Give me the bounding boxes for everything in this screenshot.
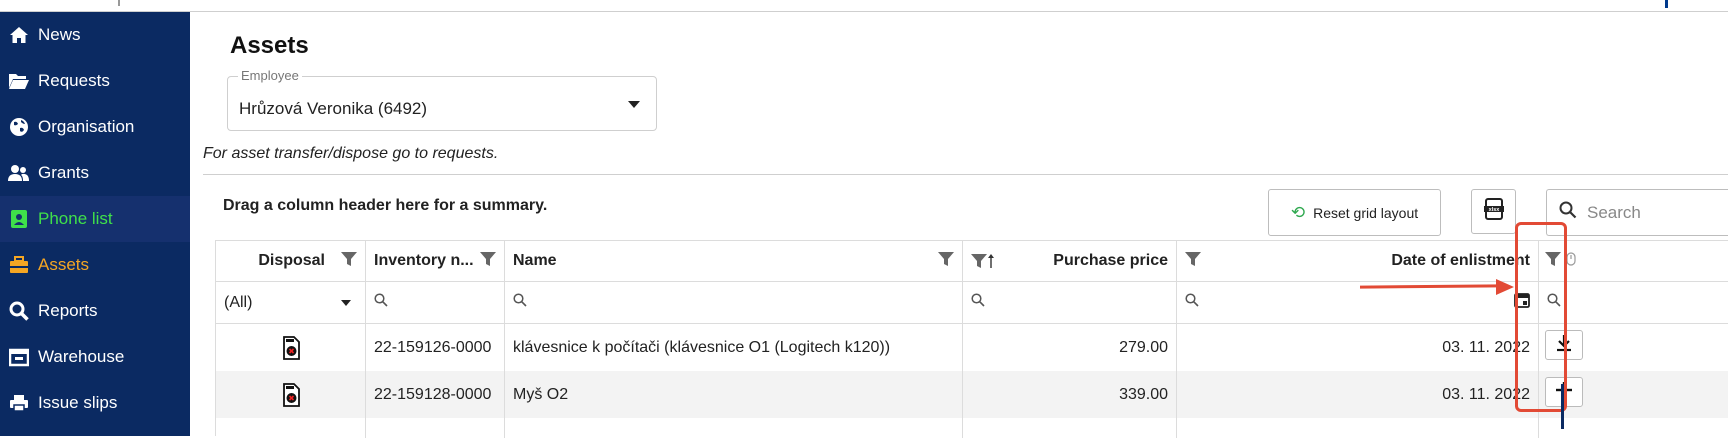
search-box[interactable] — [1546, 189, 1728, 236]
inventory-filter-input[interactable] — [366, 282, 505, 323]
sidebar: News Requests Organisation Grants Phone … — [0, 12, 190, 436]
search-icon — [1185, 293, 1199, 312]
price-filter-input[interactable] — [963, 282, 1177, 323]
dispose-file-icon[interactable] — [216, 371, 366, 418]
name-cell: klávesnice k počítači (klávesnice O1 (Lo… — [505, 324, 963, 371]
users-icon — [8, 162, 30, 184]
transfer-note: For asset transfer/dispose go to request… — [203, 145, 499, 162]
filter-icon[interactable] — [341, 251, 357, 272]
employee-select[interactable]: Employee Hrůzová Veronika (6492) — [227, 68, 657, 131]
top-border — [0, 0, 1728, 12]
date-filter-input[interactable] — [1177, 282, 1539, 323]
sidebar-item-label: Assets — [38, 255, 90, 274]
search-icon — [8, 300, 30, 322]
search-icon — [1559, 201, 1577, 224]
name-filter-input[interactable] — [505, 282, 963, 323]
column-header-label: Date of enlistment — [1391, 252, 1530, 269]
phone-book-icon — [8, 208, 30, 230]
divider — [203, 174, 1728, 175]
sidebar-item-warehouse[interactable]: Warehouse — [0, 334, 190, 380]
dispose-file-icon[interactable] — [216, 324, 366, 371]
highlight-arrow-head — [1496, 279, 1514, 295]
column-header-label: Purchase price — [1053, 252, 1168, 269]
briefcase-icon — [8, 254, 30, 276]
column-header-name[interactable]: Name — [505, 241, 963, 281]
sidebar-item-label: Phone list — [38, 209, 113, 228]
date-cell: 03. 11. 2022 — [1177, 324, 1539, 371]
column-header-label: Disposal — [258, 252, 325, 269]
home-icon — [8, 24, 30, 46]
svg-text:xlsx: xlsx — [1488, 207, 1500, 213]
name-cell: Myš O2 — [505, 371, 963, 418]
globe-icon — [8, 116, 30, 138]
sort-asc-icon[interactable] — [971, 253, 995, 269]
table-row[interactable]: 22-159126-0000 klávesnice k počítači (kl… — [216, 324, 1728, 371]
chevron-down-icon[interactable] — [341, 299, 351, 306]
sidebar-item-assets[interactable]: Assets — [0, 242, 190, 288]
sidebar-item-issue-slips[interactable]: Issue slips — [0, 380, 190, 426]
search-input[interactable] — [1587, 202, 1717, 223]
sidebar-item-label: Organisation — [38, 117, 135, 136]
xlsx-file-icon: xlsx — [1483, 198, 1504, 225]
column-header-date-of-enlistment[interactable]: Date of enlistment — [1177, 241, 1539, 281]
group-panel-hint: Drag a column header here for a summary. — [223, 197, 548, 214]
warehouse-icon — [8, 346, 30, 368]
sidebar-item-phone-list[interactable]: Phone list — [0, 196, 190, 242]
sidebar-item-grants[interactable]: Grants — [0, 150, 190, 196]
table-row — [216, 418, 1728, 438]
price-cell: 279.00 — [963, 324, 1177, 371]
search-icon — [971, 293, 985, 312]
column-header-label: Inventory n... — [374, 252, 474, 269]
filter-icon[interactable] — [480, 251, 496, 272]
grid-header-row: Disposal Inventory n... Name Purchase pr… — [216, 241, 1728, 282]
employee-label: Employee — [238, 68, 302, 83]
search-icon — [513, 293, 527, 312]
assets-grid: Disposal Inventory n... Name Purchase pr… — [215, 240, 1728, 438]
table-row[interactable]: 22-159128-0000 Myš O2 339.00 03. 11. 202… — [216, 371, 1728, 418]
date-cell: 03. 11. 2022 — [1177, 371, 1539, 418]
reset-grid-layout-label: Reset grid layout — [1313, 204, 1419, 221]
column-header-inventory[interactable]: Inventory n... — [366, 241, 505, 281]
page-title: Assets — [230, 32, 309, 59]
sidebar-item-label: Reports — [38, 301, 98, 320]
sidebar-item-label: Requests — [38, 71, 110, 90]
search-icon — [374, 293, 388, 312]
undo-icon: ⟲ — [1290, 202, 1306, 222]
column-header-purchase-price[interactable]: Purchase price — [963, 241, 1177, 281]
sidebar-item-organisation[interactable]: Organisation — [0, 104, 190, 150]
printer-icon — [8, 392, 30, 414]
filter-all-value: (All) — [224, 293, 253, 311]
actions-filter-input[interactable] — [1539, 282, 1728, 323]
sidebar-item-label: Issue slips — [38, 393, 118, 412]
filter-icon[interactable] — [1185, 251, 1201, 272]
sidebar-item-reports[interactable]: Reports — [0, 288, 190, 334]
price-cell: 339.00 — [963, 371, 1177, 418]
column-chooser-icon[interactable] — [1566, 251, 1576, 271]
disposal-filter-select[interactable]: (All) — [216, 282, 366, 323]
employee-value: Hrůzová Veronika (6492) — [239, 99, 428, 118]
highlight-annotation-box — [1515, 222, 1567, 412]
sidebar-item-news[interactable]: News — [0, 12, 190, 58]
main-content: Assets Employee Hrůzová Veronika (6492) … — [190, 12, 1728, 438]
export-xlsx-button[interactable]: xlsx — [1471, 189, 1516, 234]
sidebar-item-label: Grants — [38, 163, 90, 182]
sidebar-item-label: Warehouse — [38, 347, 125, 366]
column-header-actions[interactable] — [1539, 241, 1728, 281]
sidebar-item-label: News — [38, 25, 81, 44]
scrollbar[interactable] — [1561, 384, 1564, 429]
column-header-label: Name — [513, 252, 557, 269]
sidebar-item-requests[interactable]: Requests — [0, 58, 190, 104]
folder-open-icon — [8, 70, 30, 92]
chevron-down-icon[interactable] — [628, 101, 640, 108]
filter-icon[interactable] — [938, 251, 954, 272]
inventory-cell: 22-159126-0000 — [366, 324, 505, 371]
column-header-disposal[interactable]: Disposal — [216, 241, 366, 281]
reset-grid-layout-button[interactable]: ⟲ Reset grid layout — [1268, 189, 1441, 236]
inventory-cell: 22-159128-0000 — [366, 371, 505, 418]
